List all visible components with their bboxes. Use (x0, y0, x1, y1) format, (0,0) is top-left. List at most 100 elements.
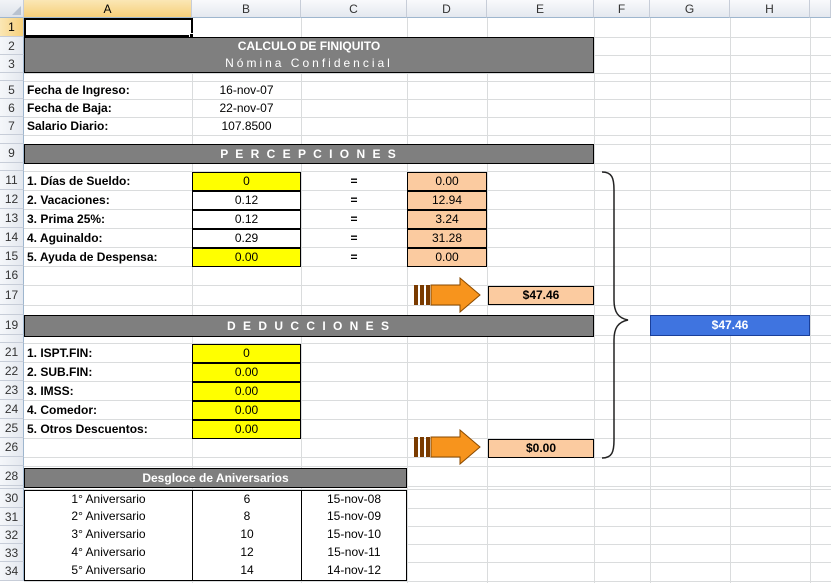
percepcion-input[interactable]: 0.00 (192, 248, 301, 267)
row-header[interactable]: 5 (0, 81, 24, 99)
percepcion-result[interactable]: 31.28 (407, 229, 487, 248)
select-all-corner[interactable] (0, 0, 24, 18)
row-header[interactable]: 13 (0, 209, 24, 228)
gridline (407, 18, 408, 583)
title-sub: Nómina Confidencial (225, 56, 393, 70)
row-header[interactable]: 28 (0, 466, 24, 486)
row-header[interactable] (0, 73, 24, 81)
column-header-h[interactable]: H (730, 0, 810, 18)
gridline (24, 381, 831, 382)
row-header[interactable]: 15 (0, 247, 24, 266)
row-header[interactable]: 21 (0, 343, 24, 362)
row-header[interactable]: 31 (0, 508, 24, 526)
deduccion-label: 1. ISPT.FIN: (27, 346, 93, 360)
column-header-e[interactable]: E (487, 0, 594, 18)
row-header[interactable]: 32 (0, 526, 24, 544)
percepcion-input[interactable]: 0 (192, 172, 301, 191)
equals-sign: = (350, 231, 358, 245)
aniversario-fecha[interactable]: 15-nov-10 (301, 526, 407, 545)
deduccion-input[interactable]: 0 (192, 344, 301, 363)
row-header[interactable]: 25 (0, 419, 24, 438)
deducciones-total[interactable]: $0.00 (488, 439, 594, 458)
column-header-b[interactable]: B (192, 0, 301, 18)
info-label-ingreso: Fecha de Ingreso: (27, 83, 130, 97)
deduccion-input[interactable]: 0.00 (192, 382, 301, 401)
gridline (24, 343, 831, 344)
gridline (24, 81, 831, 82)
row-header[interactable]: 9 (0, 144, 24, 163)
aniversario-name[interactable]: 3° Aniversario (24, 526, 193, 545)
aniversario-name[interactable]: 4° Aniversario (24, 544, 193, 563)
equals-sign: = (350, 174, 358, 188)
percepcion-result[interactable]: 12.94 (407, 191, 487, 210)
row-header[interactable]: 12 (0, 190, 24, 209)
aniversario-name[interactable]: 5° Aniversario (24, 562, 193, 581)
aniversario-dias[interactable]: 10 (192, 526, 302, 545)
aniversario-fecha[interactable]: 14-nov-12 (301, 562, 407, 581)
row-header[interactable]: 17 (0, 285, 24, 305)
row-header[interactable] (0, 163, 24, 171)
row-header[interactable]: 19 (0, 315, 24, 335)
percepciones-header: P E R C E P C I O N E S (24, 144, 594, 164)
neto-total[interactable]: $47.46 (650, 315, 810, 336)
info-label-baja: Fecha de Baja: (27, 101, 112, 115)
percepcion-result[interactable]: 0.00 (407, 172, 487, 191)
row-header[interactable] (0, 335, 24, 343)
row-header[interactable]: 34 (0, 562, 24, 581)
percepcion-result[interactable]: 3.24 (407, 210, 487, 229)
deduccion-input[interactable]: 0.00 (192, 420, 301, 439)
aniversario-fecha[interactable]: 15-nov-11 (301, 544, 407, 563)
row-header[interactable]: 26 (0, 438, 24, 457)
row-header[interactable]: 6 (0, 99, 24, 117)
info-value-salario[interactable]: 107.8500 (192, 117, 301, 135)
row-header[interactable]: 16 (0, 266, 24, 285)
deduccion-input[interactable]: 0.00 (192, 401, 301, 420)
gridline (24, 117, 831, 118)
aniversario-dias[interactable]: 14 (192, 562, 302, 581)
aniversario-fecha[interactable]: 15-nov-08 (301, 490, 407, 509)
percepcion-input[interactable]: 0.29 (192, 229, 301, 248)
column-header-g[interactable]: G (650, 0, 730, 18)
percepcion-label: 5. Ayuda de Despensa: (27, 250, 158, 264)
deduccion-label: 2. SUB.FIN: (27, 365, 93, 379)
percepcion-result[interactable]: 0.00 (407, 248, 487, 267)
column-header-f[interactable]: F (594, 0, 650, 18)
aniversario-fecha[interactable]: 15-nov-09 (301, 508, 407, 527)
percepcion-input[interactable]: 0.12 (192, 191, 301, 210)
aniversarios-header: Desgloce de Aniversarios (24, 468, 407, 488)
row-header[interactable]: 30 (0, 489, 24, 508)
row-header[interactable]: 33 (0, 544, 24, 562)
aniversario-dias[interactable]: 12 (192, 544, 302, 563)
row-header[interactable]: 7 (0, 117, 24, 135)
row-header[interactable]: 2 (0, 37, 24, 55)
row-header[interactable] (0, 305, 24, 315)
aniversario-name[interactable]: 2° Aniversario (24, 508, 193, 527)
row-header[interactable]: 1 (0, 18, 24, 37)
row-header[interactable]: 22 (0, 362, 24, 381)
percepcion-label: 1. Días de Sueldo: (27, 174, 131, 188)
column-header-c[interactable]: C (301, 0, 407, 18)
column-header-a[interactable]: A (24, 0, 192, 18)
column-header-d[interactable]: D (407, 0, 487, 18)
aniversario-name[interactable]: 1° Aniversario (24, 490, 193, 509)
gridline (24, 99, 831, 100)
info-value-ingreso[interactable]: 16-nov-07 (192, 81, 301, 99)
selected-cell-a1[interactable] (24, 18, 193, 37)
deduccion-input[interactable]: 0.00 (192, 363, 301, 382)
row-header[interactable]: 3 (0, 55, 24, 73)
row-header[interactable]: 23 (0, 381, 24, 400)
aniversario-dias[interactable]: 6 (192, 490, 302, 509)
percepcion-label: 3. Prima 25%: (27, 212, 106, 226)
column-header-i[interactable] (810, 0, 831, 18)
row-header[interactable]: 11 (0, 171, 24, 190)
percepcion-input[interactable]: 0.12 (192, 210, 301, 229)
row-header[interactable]: 14 (0, 228, 24, 247)
percepciones-total[interactable]: $47.46 (488, 286, 594, 305)
row-header[interactable] (0, 135, 24, 144)
aniversario-dias[interactable]: 8 (192, 508, 302, 527)
info-value-baja[interactable]: 22-nov-07 (192, 99, 301, 117)
row-header[interactable]: 24 (0, 400, 24, 419)
row-header[interactable] (0, 457, 24, 466)
arrow-right-icon (414, 277, 481, 314)
percepcion-label: 4. Aguinaldo: (27, 231, 103, 245)
